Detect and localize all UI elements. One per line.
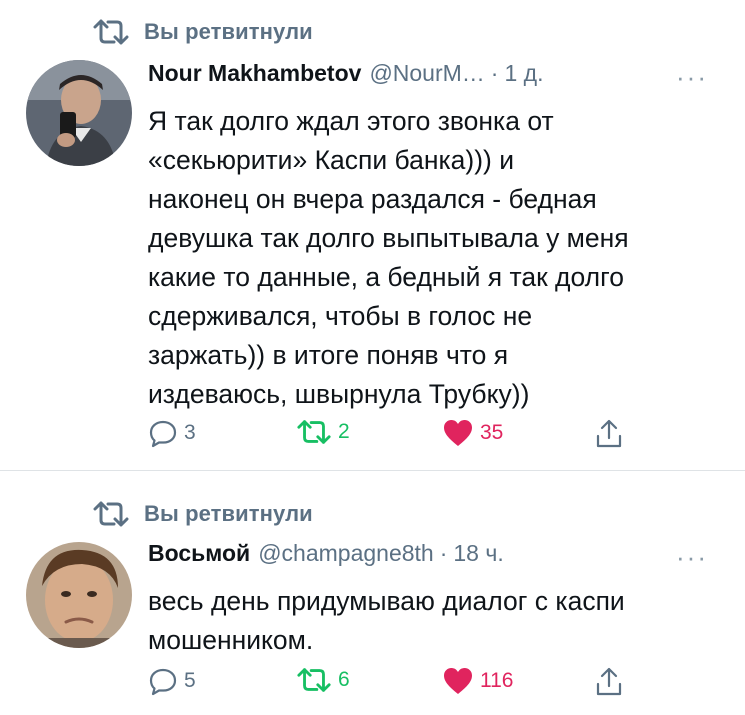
- like-button[interactable]: 116: [442, 666, 513, 696]
- timestamp[interactable]: 1 д.: [504, 60, 543, 87]
- avatar-photo: [26, 542, 132, 648]
- reply-count: 5: [184, 669, 196, 692]
- retweet-count: 6: [338, 668, 350, 691]
- share-icon: [596, 419, 622, 448]
- author-name[interactable]: Nour Makhambetov: [148, 60, 361, 87]
- tweet-text: Я так долго ждал этого звонка от «секьюр…: [148, 106, 629, 409]
- share-button[interactable]: [594, 418, 624, 450]
- retweet-icon: [93, 501, 129, 527]
- avatar[interactable]: [26, 542, 132, 648]
- more-icon[interactable]: ···: [676, 542, 708, 573]
- reply-button[interactable]: 3: [148, 418, 196, 448]
- reply-button[interactable]: 5: [148, 666, 196, 696]
- like-button[interactable]: 35: [442, 418, 503, 448]
- author-name[interactable]: Восьмой: [148, 540, 250, 567]
- share-icon: [596, 667, 622, 696]
- tweet-divider: [0, 470, 745, 471]
- avatar-photo: [26, 60, 132, 166]
- retweet-button[interactable]: 2: [296, 418, 350, 446]
- author-handle[interactable]: @champagne8th: [258, 540, 434, 567]
- reply-icon: [149, 420, 177, 448]
- retweet-icon: [297, 668, 331, 692]
- tweet-header: Восьмой @champagne8th · 18 ч. ···: [148, 540, 718, 580]
- heart-icon: [444, 420, 472, 446]
- tweet-actions: 5 6 116: [148, 666, 628, 702]
- timestamp[interactable]: 18 ч.: [453, 540, 503, 567]
- share-button[interactable]: [594, 666, 624, 698]
- tweet-text: весь день придумываю диалог с каспи моше…: [148, 586, 625, 655]
- tweet-actions: 3 2 35: [148, 418, 628, 454]
- like-count: 116: [480, 669, 514, 692]
- retweeted-label: Вы ретвитнули: [144, 501, 313, 526]
- retweet-icon: [297, 420, 331, 444]
- retweeted-indicator: Вы ретвитнули: [92, 500, 313, 528]
- avatar[interactable]: [26, 60, 132, 166]
- separator-dot: ·: [490, 60, 499, 86]
- retweet-icon: [93, 19, 129, 45]
- reply-count: 3: [184, 421, 196, 444]
- tweet[interactable]: Вы ретвитнули Nour Makhambetov @NourM… ·…: [0, 0, 745, 470]
- heart-icon: [444, 668, 472, 694]
- retweet-button[interactable]: 6: [296, 666, 350, 694]
- retweeted-label: Вы ретвитнули: [144, 19, 313, 44]
- retweet-count: 2: [338, 420, 350, 443]
- more-icon[interactable]: ···: [676, 62, 708, 93]
- tweet-header: Nour Makhambetov @NourM… · 1 д. ···: [148, 60, 718, 100]
- separator-dot: ·: [439, 540, 448, 566]
- author-handle[interactable]: @NourM…: [369, 60, 484, 87]
- tweet[interactable]: Вы ретвитнули Восьмой @champagne8th · 18…: [0, 472, 745, 715]
- reply-icon: [149, 668, 177, 696]
- like-count: 35: [480, 421, 504, 444]
- retweeted-indicator: Вы ретвитнули: [92, 18, 313, 46]
